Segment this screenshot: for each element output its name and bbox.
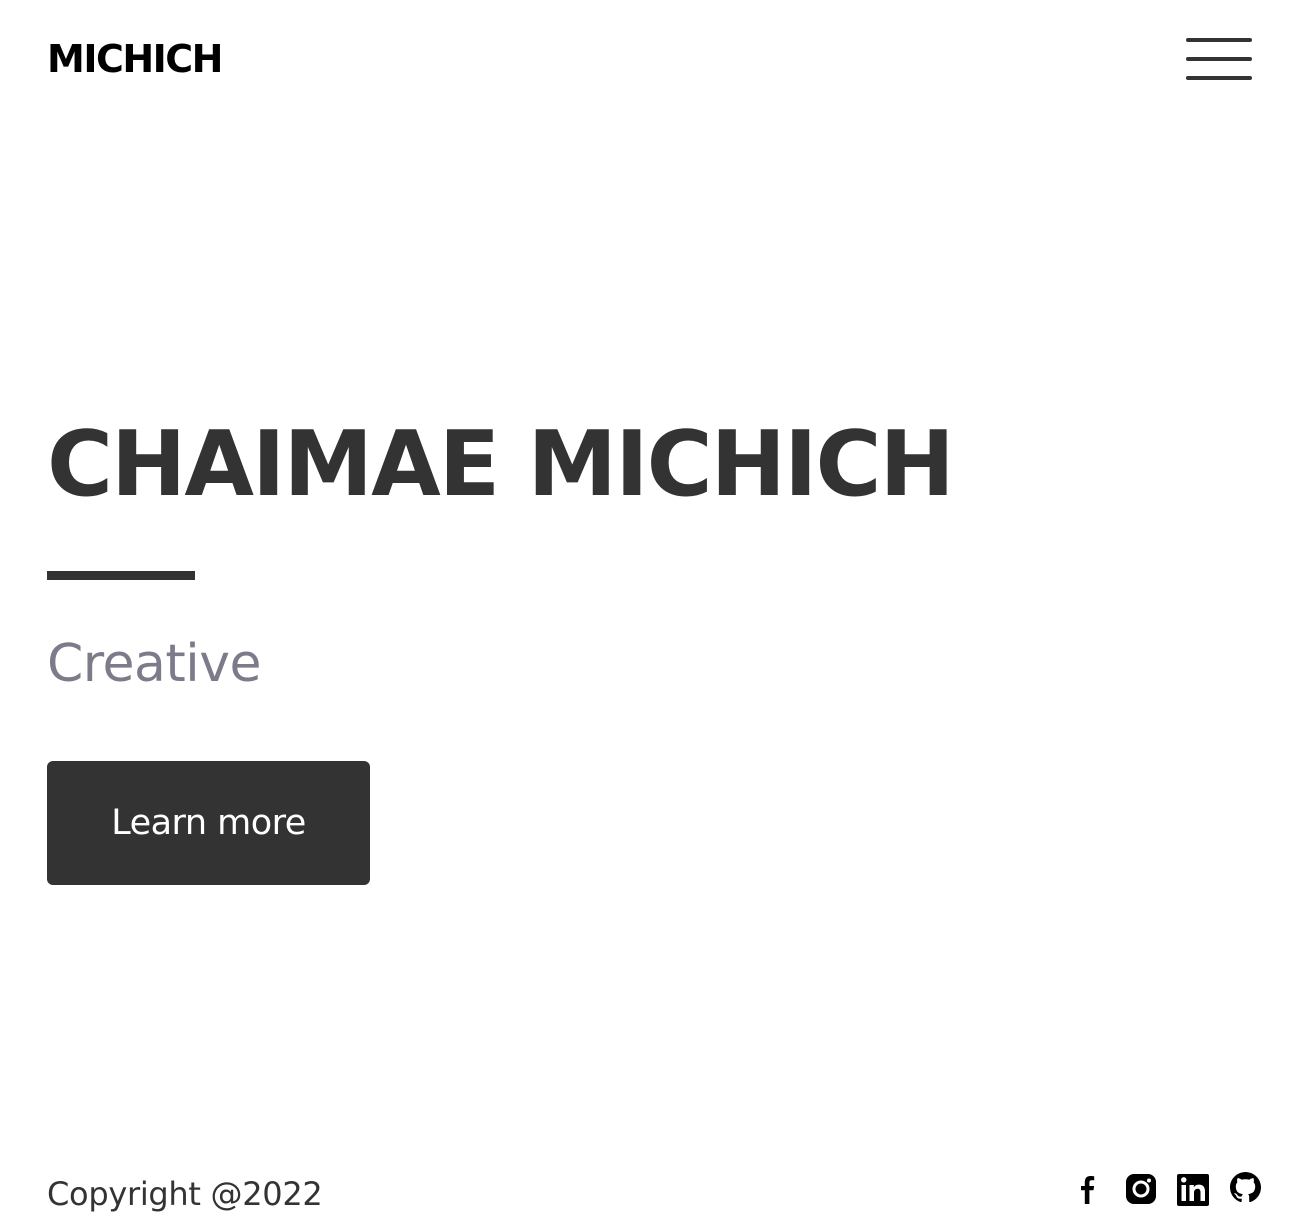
hamburger-menu-icon[interactable] [1184,36,1254,84]
menu-bar [1186,38,1252,42]
learn-more-button[interactable]: Learn more [47,761,370,885]
copyright-text: Copyright @2022 [47,1175,323,1213]
hero-subtitle: Creative [47,634,262,694]
facebook-icon[interactable] [1068,1168,1108,1210]
social-links [1068,1168,1268,1212]
linkedin-icon[interactable] [1174,1168,1214,1210]
instagram-icon[interactable] [1122,1168,1162,1210]
github-icon[interactable] [1226,1168,1266,1210]
menu-bar [1186,76,1252,80]
menu-bar [1186,57,1252,61]
hero-title: CHAIMAE MICHICH [47,412,955,517]
hero-divider [47,571,195,580]
site-header: MICHICH [0,0,1306,120]
site-logo[interactable]: MICHICH [47,36,223,82]
